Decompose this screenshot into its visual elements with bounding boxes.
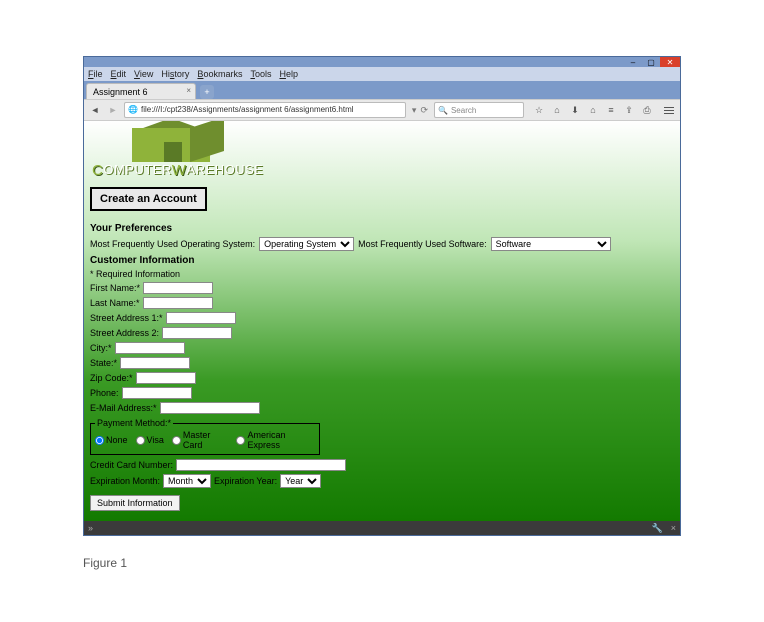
last-name-input[interactable]	[143, 297, 213, 309]
payment-legend: Payment Method:*	[95, 418, 173, 428]
city-label: City:*	[90, 343, 112, 353]
menu-bar: File Edit View History Bookmarks Tools H…	[84, 67, 680, 81]
search-bar[interactable]: 🔍 Search	[434, 102, 524, 118]
logo: COMPUTERWAREHOUSE	[90, 124, 260, 179]
address1-input[interactable]	[166, 312, 236, 324]
browser-window: – ▢ ✕ File Edit View History Bookmarks T…	[83, 56, 681, 536]
state-label: State:*	[90, 358, 117, 368]
radio-mastercard-input[interactable]	[172, 436, 181, 445]
email-input[interactable]	[160, 402, 260, 414]
radio-visa-input[interactable]	[136, 436, 145, 445]
menu-edit[interactable]: Edit	[111, 69, 127, 79]
reload-icon[interactable]: ⟳	[420, 105, 428, 116]
customer-info-heading: Customer Information	[90, 255, 674, 266]
address2-label: Street Address 2:	[90, 328, 159, 338]
back-button[interactable]: ◄	[88, 103, 102, 117]
exp-year-label: Expiration Year:	[214, 476, 277, 486]
submit-button[interactable]: Submit Information	[90, 495, 180, 511]
wrench-icon[interactable]: 🔧	[652, 523, 663, 534]
menu-help[interactable]: Help	[279, 69, 298, 79]
payment-radio-group: None Visa Master Card American Express	[95, 430, 315, 450]
menu-bookmarks[interactable]: Bookmarks	[197, 69, 242, 79]
minimize-button[interactable]: –	[624, 57, 642, 67]
address1-label: Street Address 1:*	[90, 313, 163, 323]
forward-button[interactable]: ►	[106, 103, 120, 117]
star-icon[interactable]: ☆	[534, 105, 544, 116]
cc-input[interactable]	[176, 459, 346, 471]
hamburger-menu[interactable]	[662, 103, 676, 117]
software-label: Most Frequently Used Software:	[358, 239, 487, 249]
radio-visa[interactable]: Visa	[136, 435, 164, 445]
software-select[interactable]: Software	[491, 237, 611, 251]
required-note: * Required Information	[90, 269, 674, 279]
window-controls: – ▢ ✕	[84, 57, 680, 67]
city-input[interactable]	[115, 342, 185, 354]
menu-tools[interactable]: Tools	[250, 69, 271, 79]
logo-text: COMPUTERWAREHOUSE	[92, 162, 263, 179]
url-text: file:///I:/cpt238/Assignments/assignment…	[141, 103, 354, 117]
first-name-input[interactable]	[143, 282, 213, 294]
radio-amex-input[interactable]	[236, 436, 245, 445]
radio-mastercard[interactable]: Master Card	[172, 430, 229, 450]
url-bar[interactable]: 🌐 file:///I:/cpt238/Assignments/assignme…	[124, 102, 406, 118]
phone-input[interactable]	[122, 387, 192, 399]
maximize-button[interactable]: ▢	[642, 57, 660, 67]
sync-icon[interactable]: ⇪	[624, 105, 634, 116]
home-icon[interactable]: ⌂	[588, 105, 598, 115]
email-label: E-Mail Address:*	[90, 403, 157, 413]
menu-file[interactable]: File	[88, 69, 103, 79]
tab-close-icon[interactable]: ×	[186, 86, 191, 95]
exp-year-select[interactable]: Year	[280, 474, 321, 488]
radio-amex[interactable]: American Express	[236, 430, 315, 450]
logo-side	[190, 121, 224, 162]
status-bar: » 🔧 ×	[84, 521, 680, 535]
radio-none[interactable]: None	[95, 435, 128, 445]
close-button[interactable]: ✕	[660, 57, 680, 67]
globe-icon: 🌐	[128, 103, 138, 117]
preferences-row: Most Frequently Used Operating System: O…	[90, 237, 674, 251]
page-content: COMPUTERWAREHOUSE Create an Account Your…	[84, 121, 680, 521]
menu-view[interactable]: View	[134, 69, 153, 79]
new-tab-button[interactable]: +	[200, 85, 214, 99]
toolbar: ◄ ► 🌐 file:///I:/cpt238/Assignments/assi…	[84, 99, 680, 121]
status-chevron-icon[interactable]: »	[88, 523, 93, 533]
cc-label: Credit Card Number:	[90, 460, 173, 470]
create-account-button[interactable]: Create an Account	[90, 187, 207, 211]
os-label: Most Frequently Used Operating System:	[90, 239, 255, 249]
state-input[interactable]	[120, 357, 190, 369]
dropdown-icon[interactable]: ▾	[412, 105, 417, 116]
tab-title: Assignment 6	[93, 87, 148, 97]
logo-door	[164, 142, 182, 162]
print-icon[interactable]: ⎙	[642, 105, 652, 116]
radio-none-input[interactable]	[95, 436, 104, 445]
toolbar-icons: ☆ ⌂ ⬇ ⌂ ≡ ⇪ ⎙	[534, 105, 652, 116]
zip-input[interactable]	[136, 372, 196, 384]
download-icon[interactable]: ⬇	[570, 105, 580, 116]
menu-history[interactable]: History	[161, 69, 189, 79]
exp-month-label: Expiration Month:	[90, 476, 160, 486]
figure-caption: Figure 1	[83, 556, 127, 570]
exp-month-select[interactable]: Month	[163, 474, 211, 488]
preferences-heading: Your Preferences	[90, 223, 674, 234]
feed-icon[interactable]: ≡	[606, 105, 616, 115]
last-name-label: Last Name:*	[90, 298, 140, 308]
phone-label: Phone:	[90, 388, 119, 398]
payment-fieldset: Payment Method:* None Visa Master Card A…	[90, 418, 320, 455]
search-placeholder: Search	[451, 106, 476, 115]
tab-assignment6[interactable]: Assignment 6 ×	[86, 83, 196, 99]
pocket-icon[interactable]: ⌂	[552, 105, 562, 115]
status-close-icon[interactable]: ×	[671, 523, 676, 534]
address2-input[interactable]	[162, 327, 232, 339]
tab-strip: Assignment 6 × +	[84, 81, 680, 99]
first-name-label: First Name:*	[90, 283, 140, 293]
os-select[interactable]: Operating System	[259, 237, 354, 251]
search-icon: 🔍	[438, 106, 448, 115]
zip-label: Zip Code:*	[90, 373, 133, 383]
